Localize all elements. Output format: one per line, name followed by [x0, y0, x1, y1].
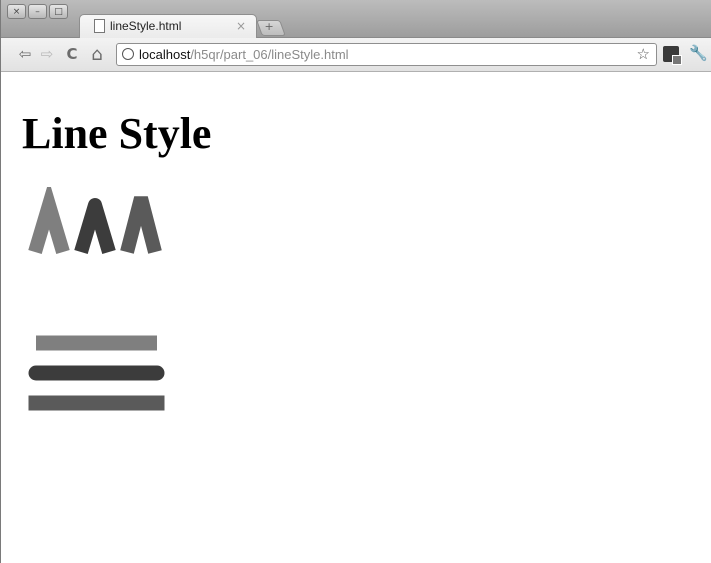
bevel-join-line	[120, 196, 162, 254]
maximize-window-button[interactable]: □	[49, 4, 68, 19]
page-heading: Line Style	[22, 109, 212, 158]
miter-join-line	[28, 187, 70, 254]
line-joins-demo	[28, 187, 162, 254]
round-join-line	[74, 198, 116, 254]
tab-title: lineStyle.html	[110, 19, 182, 33]
url-path: /h5qr/part_06/lineStyle.html	[190, 47, 349, 62]
home-icon[interactable]: ⌂	[87, 44, 107, 65]
plus-icon: +	[264, 20, 274, 33]
toolbar: ⇦ ⇨ C ⌂ localhost/h5qr/part_06/lineStyle…	[1, 38, 711, 72]
page-icon	[94, 19, 105, 33]
close-window-button[interactable]: ×	[7, 4, 26, 19]
page-info-icon[interactable]	[122, 48, 134, 60]
tab-strip: × – □ lineStyle.html × +	[1, 0, 711, 38]
window-controls: × – □	[7, 4, 68, 19]
url-host: localhost	[139, 47, 191, 62]
wrench-menu-icon[interactable]: 🔧	[689, 44, 708, 62]
line-style-canvas	[28, 187, 165, 411]
line-caps-demo	[28, 335, 165, 411]
address-bar[interactable]: localhost/h5qr/part_06/lineStyle.html ☆	[116, 43, 657, 66]
minimize-window-button[interactable]: –	[28, 4, 47, 19]
new-tab-button[interactable]: +	[256, 20, 286, 36]
tab-close-icon[interactable]: ×	[236, 19, 246, 33]
url-text[interactable]: localhost/h5qr/part_06/lineStyle.html	[139, 47, 349, 62]
extension-icon[interactable]	[663, 46, 682, 65]
browser-tab[interactable]: lineStyle.html ×	[79, 14, 257, 38]
browser-window: × – □ lineStyle.html × + ⇦ ⇨ C ⌂ localho…	[0, 0, 711, 563]
reload-icon[interactable]: C	[62, 44, 82, 64]
back-arrow-icon[interactable]: ⇦	[15, 44, 35, 64]
bookmark-star-icon[interactable]: ☆	[637, 45, 650, 63]
forward-arrow-icon[interactable]: ⇨	[37, 44, 57, 64]
page-content: Line Style	[2, 72, 711, 563]
